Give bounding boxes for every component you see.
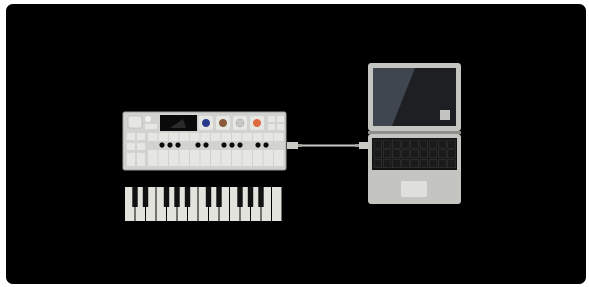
synthesizer-icon [122, 111, 287, 171]
piano-keyboard-icon [125, 187, 282, 221]
laptop-icon [368, 63, 461, 204]
connection-diagram [122, 63, 461, 221]
usb-cable-icon [287, 142, 370, 149]
